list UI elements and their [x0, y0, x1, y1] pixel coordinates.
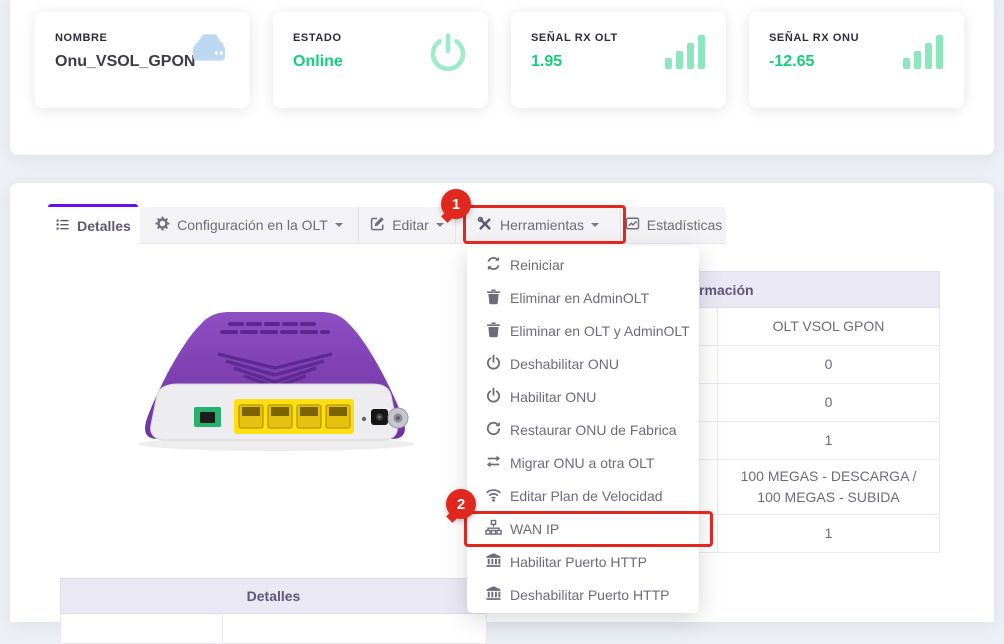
- menu-item-label: Reiniciar: [510, 256, 565, 273]
- step-number: 2: [456, 495, 466, 513]
- power-icon: [485, 387, 502, 407]
- tab-label: Estadísticas: [646, 217, 723, 233]
- menu-item-restaurar-fabrica[interactable]: Restaurar ONU de Fabrica: [467, 413, 699, 446]
- tab-label: Detalles: [77, 217, 131, 234]
- stat-card-senal-rx-olt: SEÑAL RX OLT 1.95: [511, 12, 726, 108]
- tab-label: Configuración en la OLT: [177, 217, 328, 233]
- trash-icon: [485, 321, 502, 341]
- onu-detail-page: { "stat_cards": [ {"label": "NOMBRE", "v…: [0, 0, 1004, 644]
- sync-icon: [485, 255, 502, 275]
- menu-item-editar-plan-velocidad[interactable]: Editar Plan de Velocidad: [467, 479, 699, 512]
- power-icon: [485, 354, 502, 374]
- stat-card-senal-rx-onu: SEÑAL RX ONU -12.65: [749, 12, 964, 108]
- menu-item-label: Migrar ONU a otra OLT: [510, 454, 655, 471]
- row-value: [223, 614, 486, 643]
- power-icon: [426, 32, 470, 81]
- chevron-down-icon: [435, 223, 444, 231]
- exchange-icon: [485, 453, 502, 473]
- menu-item-deshabilitar-puerto-http[interactable]: Deshabilitar Puerto HTTP: [467, 578, 699, 611]
- bank-icon: [485, 552, 502, 572]
- tab-strip: Configuración en la OLT Editar Herramien…: [140, 207, 726, 244]
- menu-item-label: Eliminar en AdminOLT: [510, 289, 650, 306]
- row-label: [61, 614, 223, 643]
- row-value: OLT VSOL GPON: [772, 318, 885, 334]
- gear-icon: [155, 216, 170, 234]
- bank-icon: [485, 585, 502, 605]
- chevron-down-icon: [334, 223, 343, 231]
- menu-item-label: Habilitar ONU: [510, 388, 597, 405]
- row-value: 100 MEGAS - DESCARGA / 100 MEGAS - SUBID…: [740, 468, 917, 505]
- details-table-header: Detalles: [60, 578, 487, 614]
- tab-editar[interactable]: Editar: [358, 207, 455, 243]
- table-row: [60, 614, 487, 644]
- menu-item-deshabilitar-onu[interactable]: Deshabilitar ONU: [467, 347, 699, 380]
- highlight-box-herramientas: [463, 205, 626, 244]
- trash-icon: [485, 288, 502, 308]
- router-icon: [186, 32, 232, 71]
- edit-icon: [370, 216, 385, 234]
- menu-item-migrar-onu[interactable]: Migrar ONU a otra OLT: [467, 446, 699, 479]
- highlight-box-wan-ip: [464, 511, 713, 547]
- menu-item-habilitar-puerto-http[interactable]: Habilitar Puerto HTTP: [467, 545, 699, 578]
- step-number: 1: [451, 195, 461, 213]
- tab-configuracion-olt[interactable]: Configuración en la OLT: [140, 207, 358, 243]
- redo-icon: [485, 420, 502, 440]
- list-icon: [55, 217, 70, 235]
- menu-item-label: Habilitar Puerto HTTP: [510, 553, 647, 570]
- wifi-icon: [485, 486, 502, 506]
- stat-card-estado: ESTADO Online: [273, 12, 488, 108]
- chart-icon: [625, 216, 640, 234]
- menu-item-reiniciar[interactable]: Reiniciar: [467, 248, 699, 281]
- step-badge-1: 1: [441, 189, 471, 219]
- row-value: 0: [824, 356, 833, 372]
- row-value: 1: [824, 525, 833, 541]
- onu-device-image: [118, 292, 430, 467]
- menu-item-habilitar-onu[interactable]: Habilitar ONU: [467, 380, 699, 413]
- row-value: 1: [824, 432, 833, 448]
- stat-card-nombre: NOMBRE Onu_VSOL_GPON: [35, 12, 250, 108]
- tab-label: Editar: [392, 217, 429, 233]
- tab-estadisticas[interactable]: Estadísticas: [620, 207, 726, 243]
- details-table: Detalles: [60, 578, 487, 644]
- menu-item-label: Deshabilitar Puerto HTTP: [510, 586, 670, 603]
- menu-item-label: Restaurar ONU de Fabrica: [510, 421, 677, 438]
- step-badge-2: 2: [446, 489, 476, 519]
- menu-item-label: Deshabilitar ONU: [510, 355, 619, 372]
- signal-bars-icon: [664, 32, 708, 75]
- tab-detalles[interactable]: Detalles: [48, 204, 138, 244]
- menu-item-label: Editar Plan de Velocidad: [510, 487, 663, 504]
- menu-item-eliminar-adminolt[interactable]: Eliminar en AdminOLT: [467, 281, 699, 314]
- row-value: 0: [824, 394, 833, 410]
- herramientas-dropdown-menu: Reiniciar Eliminar en AdminOLT Eliminar …: [467, 246, 699, 613]
- menu-item-eliminar-olt-adminolt[interactable]: Eliminar en OLT y AdminOLT: [467, 314, 699, 347]
- menu-item-label: Eliminar en OLT y AdminOLT: [510, 322, 690, 339]
- signal-bars-icon: [902, 32, 946, 75]
